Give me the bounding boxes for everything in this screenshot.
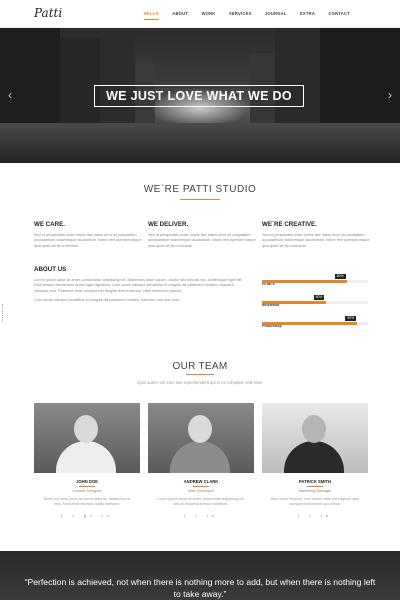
member-photo[interactable]	[34, 403, 140, 473]
logo[interactable]: Patti	[34, 6, 62, 20]
member-name: ANDREW CLARK	[183, 479, 219, 484]
member-underline	[307, 486, 323, 487]
member-photo-body	[284, 441, 344, 473]
nav-item-about[interactable]: ABOUT	[166, 11, 194, 16]
about-heading: ABOUT US	[34, 266, 67, 273]
member-photo-head	[302, 415, 326, 443]
chevron-left-icon[interactable]: ‹	[8, 88, 12, 102]
skill-fill	[262, 280, 347, 283]
member-underline	[79, 486, 95, 487]
feature-heading: WE CARE.	[34, 221, 65, 228]
member-photo[interactable]	[262, 403, 368, 473]
skill-track: 60%	[262, 295, 368, 304]
skill-bar: Illustrator 60%	[262, 293, 368, 307]
hero-building	[100, 28, 135, 133]
skill-percent: 80%	[334, 274, 346, 279]
member-role: Graphic Designer	[72, 489, 102, 493]
member-photo[interactable]	[148, 403, 254, 473]
member-role: Marketing Manager	[298, 489, 332, 493]
skill-bar: HTML5 80%	[262, 272, 368, 286]
team-member-card: ANDREW CLARK Web Developer Lorem ipsum d…	[148, 403, 254, 518]
nav-item-journal[interactable]: JOURNAL	[259, 11, 293, 16]
about-text: Lorem ipsum dolor sit amet, consectetur …	[34, 278, 243, 293]
about-text: Cum sociis natoque penatibus et magnis d…	[34, 298, 182, 303]
skill-fill	[262, 322, 358, 325]
site-header: Patti HELLO · ABOUT · WORK · SERVICES · …	[0, 0, 400, 28]
member-name: JOHN DOE	[76, 479, 98, 484]
title-underline	[180, 199, 220, 200]
feature-text: Sed ut perspiciatis unde omnis iste natu…	[148, 233, 256, 248]
hero-road	[0, 123, 400, 163]
skills-panel: HTML5 80% Illustrator 60% Photoshop 90%	[262, 272, 368, 335]
nav-item-contact[interactable]: CONTACT	[322, 11, 356, 16]
member-description: Morbi leo risus, porta ac consectetur ac…	[44, 497, 130, 506]
social-icons[interactable]: f ✓ in	[148, 513, 254, 518]
feature-heading: WE`RE CREATIVE.	[262, 221, 317, 228]
member-description: Nam libero tempore, cum soluta nobis est…	[270, 497, 360, 506]
studio-title: WE`RE PATTI STUDIO	[143, 184, 257, 195]
nav-item-services[interactable]: SERVICES	[223, 11, 258, 16]
hero-building	[320, 28, 400, 133]
team-title: OUR TEAM	[172, 361, 228, 372]
nav-item-work[interactable]: WORK	[195, 11, 221, 16]
about-us: ABOUT US Lorem ipsum dolor sit amet, con…	[34, 266, 244, 308]
nav-item-hello[interactable]: HELLO	[138, 11, 165, 20]
feature-column: WE DELIVER. Sed ut perspiciatis unde omn…	[148, 221, 258, 249]
social-icons[interactable]: f ✓ g+ in	[34, 513, 140, 518]
member-description: Lorem ipsum dolor sit amet, consectetur …	[157, 497, 245, 506]
feature-column: WE`RE CREATIVE. Sed ut perspiciatis unde…	[262, 221, 372, 249]
member-role: Web Developer	[187, 489, 215, 493]
team-member-card: PATRICK SMITH Marketing Manager Nam libe…	[262, 403, 368, 518]
nav-item-extra[interactable]: EXTRA	[294, 11, 321, 16]
skill-bar: Photoshop 90%	[262, 314, 368, 328]
member-photo-head	[74, 415, 98, 443]
skill-track: 90%	[262, 316, 368, 325]
skill-fill	[262, 301, 326, 304]
feature-column: WE CARE. Sed ut perspiciatis unde omnis …	[34, 221, 144, 249]
feature-heading: WE DELIVER.	[148, 221, 189, 228]
hero-building	[0, 28, 60, 133]
quote-text: “Perfection is achieved, not when there …	[24, 577, 376, 599]
chevron-right-icon[interactable]: ›	[388, 88, 392, 102]
member-photo-body	[170, 441, 230, 473]
main-nav: HELLO · ABOUT · WORK · SERVICES · JOURNA…	[138, 11, 356, 20]
skill-percent: 90%	[345, 316, 357, 321]
hero-slider: ‹ › WE JUST LOVE WHAT WE DO	[0, 28, 400, 163]
feature-text: Sed ut perspiciatis unde omnis iste natu…	[34, 233, 142, 248]
member-underline	[193, 486, 209, 487]
hero-title: WE JUST LOVE WHAT WE DO	[94, 85, 304, 107]
team-subtitle: Quis autem vel eum iure reprehenderit qu…	[137, 380, 263, 385]
skill-percent: 60%	[313, 295, 325, 300]
quote-section: “Perfection is achieved, not when there …	[0, 551, 400, 600]
hero-building	[275, 28, 320, 133]
social-icons[interactable]: f ✓ in	[262, 513, 368, 518]
edge-marker	[2, 304, 4, 322]
member-name: PATRICK SMITH	[298, 479, 332, 484]
member-photo-head	[188, 415, 212, 443]
feature-text: Sed ut perspiciatis unde omnis iste natu…	[262, 233, 370, 248]
member-photo-body	[56, 441, 116, 473]
skill-track: 80%	[262, 274, 368, 283]
title-underline	[186, 374, 214, 375]
team-member-card: JOHN DOE Graphic Designer Morbi leo risu…	[34, 403, 140, 518]
